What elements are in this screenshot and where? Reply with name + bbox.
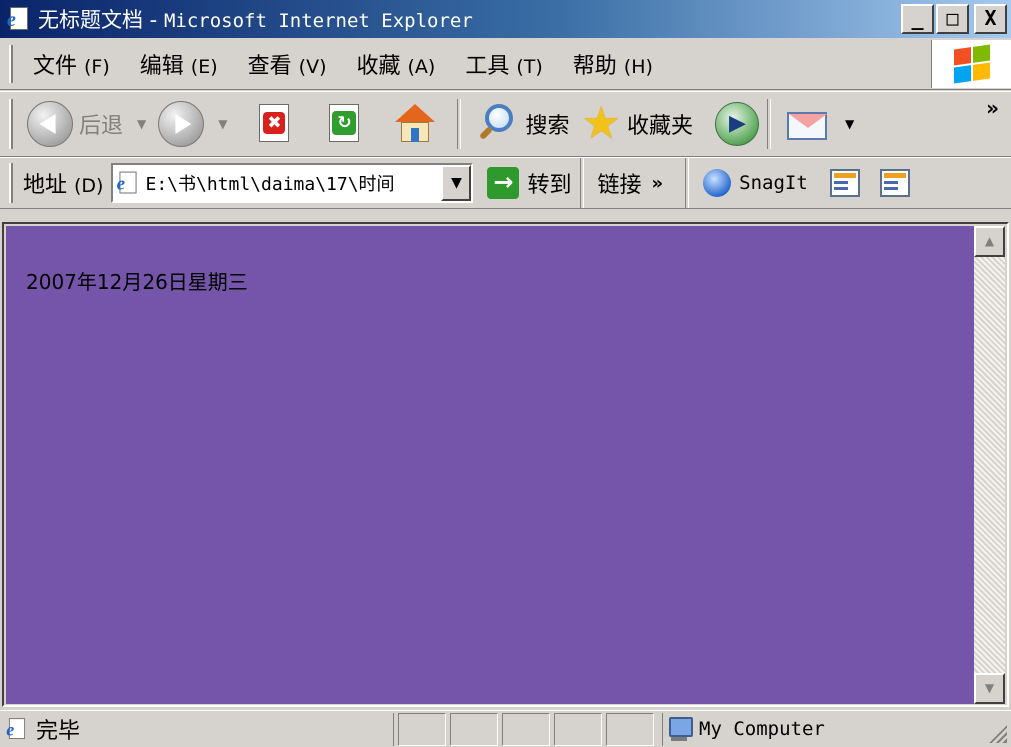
refresh-button[interactable]: ↻ (323, 102, 365, 146)
page-icon: e (116, 171, 141, 196)
menu-view[interactable]: 查看 (V) (248, 48, 327, 80)
menu-help[interactable]: 帮助 (H) (573, 48, 653, 80)
content-frame: 2007年12月26日星期三 ▲ ▼ (2, 222, 1009, 707)
mail-icon[interactable] (785, 106, 831, 142)
menu-grip[interactable] (9, 44, 13, 83)
windows-flag-icon (953, 44, 990, 84)
forward-arrow-icon[interactable] (158, 101, 205, 147)
status-bar: e 完毕 My Computer (0, 710, 1011, 747)
resize-grip[interactable] (987, 723, 1007, 743)
status-pane (502, 712, 550, 746)
links-chevron[interactable]: » (652, 173, 664, 194)
close-button[interactable]: X (974, 4, 1007, 34)
address-separator (579, 158, 584, 208)
stop-button[interactable]: ✖ (253, 102, 295, 146)
menu-favorites[interactable]: 收藏 (A) (356, 48, 435, 80)
back-arrow-icon[interactable] (27, 101, 73, 147)
scroll-down-button[interactable]: ▼ (974, 673, 1005, 704)
back-button-label[interactable]: 后退 (79, 108, 123, 140)
date-text: 2007年12月26日星期三 (26, 270, 248, 294)
favorites-button-label[interactable]: 收藏夹 (627, 108, 693, 140)
mail-dropdown[interactable]: ▼ (845, 117, 854, 131)
home-button[interactable] (393, 102, 436, 146)
stop-icon: ✖ (263, 112, 286, 134)
forward-dropdown[interactable]: ▼ (218, 117, 227, 131)
page-content: 2007年12月26日星期三 (6, 226, 976, 704)
status-main-pane: e 完毕 (0, 712, 394, 746)
menu-edit[interactable]: 编辑 (E) (140, 48, 218, 80)
media-icon[interactable] (714, 102, 759, 146)
status-pane (606, 712, 654, 746)
search-button-label[interactable]: 搜索 (525, 108, 569, 140)
toolbar-separator (457, 99, 462, 149)
address-input[interactable]: e E:\书\html\daima\17\时间 ▼ (111, 163, 474, 203)
go-arrow-icon: → (487, 167, 520, 199)
snagit-window-icon[interactable] (829, 169, 860, 197)
refresh-icon: ↻ (332, 111, 357, 135)
address-dropdown[interactable]: ▼ (441, 165, 472, 201)
favorites-star-icon[interactable]: ★ (582, 102, 621, 146)
go-button[interactable]: → 转到 (487, 167, 572, 199)
status-text: 完毕 (36, 719, 81, 744)
address-label: 地址 (D) (23, 173, 104, 198)
standard-toolbar: 后退 ▼ ▼ ✖ ↻ 搜索 ★ 收藏夹 ▼ » (0, 91, 1011, 157)
ie-icon[interactable]: e (6, 6, 32, 32)
search-icon[interactable] (475, 102, 519, 146)
menu-tools[interactable]: 工具 (T) (465, 48, 542, 80)
home-icon (395, 104, 436, 144)
computer-icon (667, 715, 693, 743)
security-zone: My Computer (662, 712, 825, 746)
windows-logo (931, 40, 1011, 88)
vertical-scrollbar[interactable]: ▲ ▼ (974, 226, 1005, 704)
maximize-button[interactable]: □ (936, 4, 969, 34)
toolbar-grip[interactable] (9, 99, 13, 149)
toolbar-separator (766, 99, 771, 149)
go-label: 转到 (527, 173, 572, 198)
window-title: 无标题文档 - Microsoft Internet Explorer (38, 8, 473, 32)
zone-label: My Computer (699, 718, 825, 740)
status-pane (398, 712, 446, 746)
scroll-up-button[interactable]: ▲ (974, 226, 1005, 257)
links-button[interactable]: 链接 (598, 167, 642, 199)
address-grip[interactable] (9, 163, 13, 203)
snagit-edit-icon[interactable] (879, 169, 910, 197)
menu-file[interactable]: 文件 (F) (33, 48, 110, 80)
snagit-label[interactable]: SnagIt (739, 172, 808, 194)
back-dropdown[interactable]: ▼ (137, 117, 146, 131)
menu-bar: 文件 (F) 编辑 (E) 查看 (V) 收藏 (A) 工具 (T) 帮助 (H… (0, 38, 1011, 90)
address-bar: 地址 (D) e E:\书\html\daima\17\时间 ▼ → 转到 链接… (0, 157, 1011, 209)
toolbar-more-chevron[interactable]: » (986, 96, 999, 120)
address-value[interactable]: E:\书\html\daima\17\时间 (145, 170, 435, 196)
window-controls: _ □ X (901, 4, 1007, 34)
status-pane (554, 712, 602, 746)
snagit-icon[interactable] (703, 169, 732, 197)
status-pane (450, 712, 498, 746)
address-separator (685, 158, 690, 208)
status-page-icon: e (5, 717, 28, 740)
title-bar[interactable]: e 无标题文档 - Microsoft Internet Explorer _ … (0, 0, 1011, 38)
minimize-button[interactable]: _ (901, 4, 934, 34)
